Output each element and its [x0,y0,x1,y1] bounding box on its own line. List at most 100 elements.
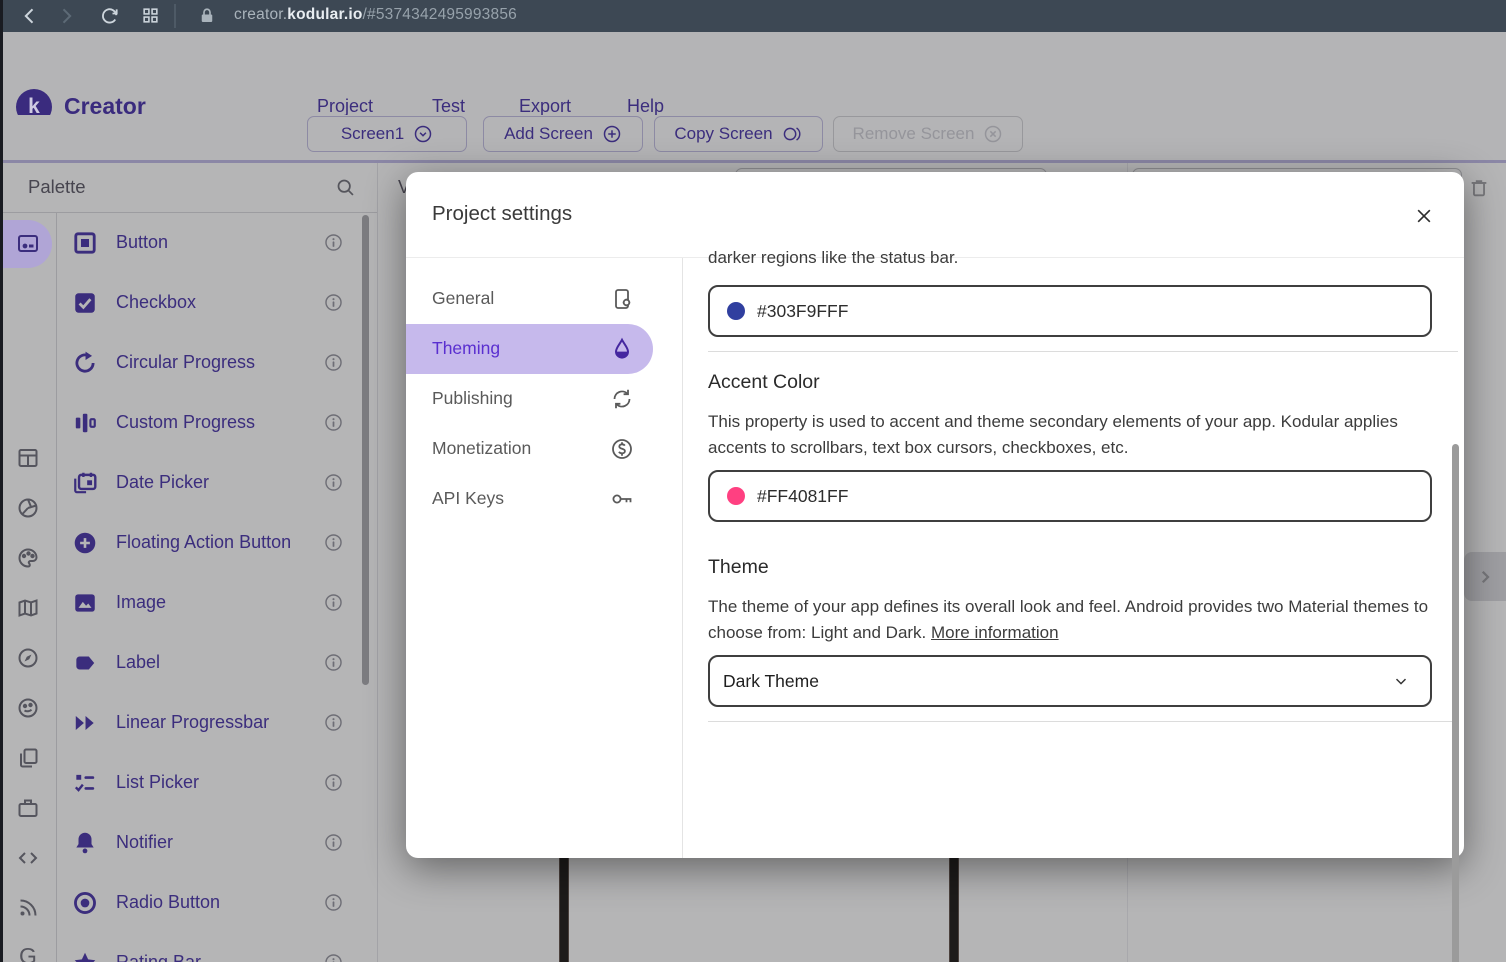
info-icon[interactable] [324,233,343,252]
category-google-icon[interactable]: G [16,944,40,962]
palette-item-notifier[interactable]: Notifier [116,832,173,853]
palette-item-checkbox[interactable]: Checkbox [116,292,196,313]
address-bar[interactable]: creator.kodular.io/#5374342495993856 [234,6,517,24]
modal-scrollbar[interactable] [1452,444,1459,962]
menu-help[interactable]: Help [627,96,664,117]
primary-dark-value: #303F9FFF [757,301,848,322]
palette-title: Palette [28,176,86,198]
remove-screen-label: Remove Screen [853,124,975,144]
radio-button-component-icon [72,890,98,916]
menu-export[interactable]: Export [519,96,571,117]
dollar-circle-icon [610,437,634,461]
info-icon[interactable] [324,893,343,912]
category-drawing-icon[interactable] [16,546,40,570]
plus-circle-icon [602,124,622,144]
rating-bar-component-icon [72,950,98,962]
window-left-edge [0,0,3,962]
tab-publishing-label: Publishing [432,388,513,409]
browser-apps-grid-icon[interactable] [141,6,160,25]
tab-general[interactable]: General [406,274,666,324]
notifier-component-icon [72,830,98,856]
info-icon[interactable] [324,473,343,492]
color-swatch-indigo [727,302,745,320]
palette-item-image[interactable]: Image [116,592,166,613]
linear-progressbar-component-icon [72,710,98,736]
primary-dark-description-tail: darker regions like the status bar. [708,245,958,271]
palette-item-radio-button[interactable]: Radio Button [116,892,220,913]
tab-general-label: General [432,288,494,309]
palette-item-circular-progress[interactable]: Circular Progress [116,352,255,373]
info-icon[interactable] [324,653,343,672]
info-icon[interactable] [324,773,343,792]
primary-color-dark-field[interactable]: #303F9FFF [708,285,1432,337]
theme-heading: Theme [708,556,769,579]
browser-back-icon[interactable] [20,6,40,26]
category-maps-icon[interactable] [16,596,40,620]
tab-monetization[interactable]: Monetization [406,424,666,474]
trash-icon[interactable] [1468,177,1490,199]
palette-item-fab[interactable]: Floating Action Button [116,532,291,553]
tab-monetization-label: Monetization [432,438,531,459]
x-circle-icon [983,124,1003,144]
info-icon[interactable] [324,353,343,372]
project-settings-modal: Project settings General Theming Publish… [406,172,1464,858]
date-picker-component-icon [72,470,98,496]
info-icon[interactable] [324,953,343,962]
palette-item-button[interactable]: Button [116,232,168,253]
tab-api-keys[interactable]: API Keys [406,474,666,524]
info-icon[interactable] [324,593,343,612]
checkbox-component-icon [72,290,98,316]
panel-expand-chevron[interactable] [1464,552,1506,601]
add-screen-button[interactable]: Add Screen [483,116,643,152]
tab-publishing[interactable]: Publishing [406,374,666,424]
ssl-lock-icon[interactable] [198,6,216,26]
label-component-icon [72,650,98,676]
tab-theming[interactable]: Theming [406,324,666,374]
palette-item-custom-progress[interactable]: Custom Progress [116,412,255,433]
image-component-icon [72,590,98,616]
category-social-icon[interactable] [16,696,40,720]
category-sensors-icon[interactable] [16,646,40,670]
menu-test[interactable]: Test [432,96,465,117]
category-connectivity-icon[interactable] [16,896,40,920]
theme-select[interactable]: Dark Theme [708,655,1432,707]
palette-scrollbar[interactable] [362,215,369,685]
circular-progress-component-icon [72,350,98,376]
accent-color-field[interactable]: #FF4081FF [708,470,1432,522]
screen-select-label: Screen1 [341,124,404,144]
palette-item-date-picker[interactable]: Date Picker [116,472,209,493]
palette-item-list-picker[interactable]: List Picker [116,772,199,793]
close-icon[interactable] [1414,206,1434,226]
category-user-interface-icon[interactable] [16,232,40,256]
category-storage-icon[interactable] [16,746,40,770]
sync-icon [610,387,634,411]
info-icon[interactable] [324,713,343,732]
category-dynamic-icon[interactable] [16,846,40,870]
info-icon[interactable] [324,533,343,552]
more-information-link[interactable]: More information [931,623,1059,642]
palette-item-label[interactable]: Label [116,652,160,673]
tab-api-keys-label: API Keys [432,488,504,509]
remove-screen-button[interactable]: Remove Screen [833,116,1023,152]
custom-progress-component-icon [72,410,98,436]
category-media-icon[interactable] [16,496,40,520]
chevron-right-icon [1476,568,1494,586]
search-icon[interactable] [335,177,356,198]
info-icon[interactable] [324,293,343,312]
browser-forward-icon[interactable] [56,6,76,26]
menu-project[interactable]: Project [317,96,373,117]
palette-item-linear-progressbar[interactable]: Linear Progressbar [116,712,269,733]
category-utilities-icon[interactable] [16,796,40,820]
copy-screen-button[interactable]: Copy Screen [654,116,823,152]
bottom-divider [708,721,1458,722]
screen-select-button[interactable]: Screen1 [307,116,467,152]
browser-reload-icon[interactable] [100,6,120,26]
info-icon[interactable] [324,413,343,432]
kodular-creator-window: creator.kodular.io/#5374342495993856 k C… [0,0,1506,962]
info-icon[interactable] [324,833,343,852]
fab-component-icon [72,530,98,556]
palette-item-rating-bar[interactable]: Rating Bar [116,952,201,962]
add-screen-label: Add Screen [504,124,593,144]
category-layout-icon[interactable] [16,446,40,470]
modal-title: Project settings [432,202,572,226]
